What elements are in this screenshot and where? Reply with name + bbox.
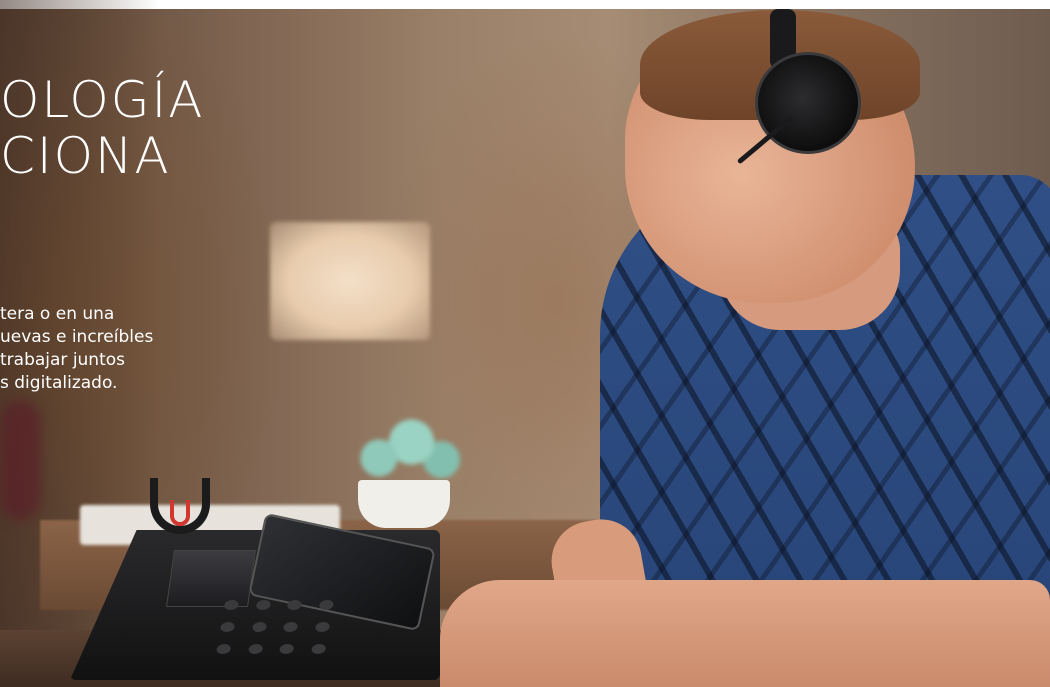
desk-phone-screen — [165, 550, 257, 607]
key — [282, 622, 299, 632]
key — [251, 622, 267, 632]
key — [247, 644, 264, 654]
key — [278, 644, 295, 654]
plant-pot — [358, 480, 450, 528]
cradle-accent — [170, 500, 190, 526]
key — [255, 600, 271, 610]
key — [215, 644, 232, 654]
key — [219, 622, 236, 632]
key — [310, 644, 327, 654]
background-object — [0, 400, 40, 520]
desk-phone-keypad — [215, 600, 346, 660]
key — [223, 600, 240, 610]
hero-headline: OLOGÍA CIONA — [0, 71, 205, 185]
hero-banner: OLOGÍA CIONA tera o en una uevas e incre… — [0, 0, 1050, 687]
key — [314, 622, 330, 632]
man-arm — [440, 580, 1050, 687]
key — [286, 600, 303, 610]
hero-body-text: tera o en una uevas e increíbles trabaja… — [0, 304, 154, 393]
plant — [340, 410, 470, 490]
wall-panel — [270, 222, 430, 340]
headset-earcup-icon — [755, 52, 861, 154]
key — [318, 600, 334, 610]
